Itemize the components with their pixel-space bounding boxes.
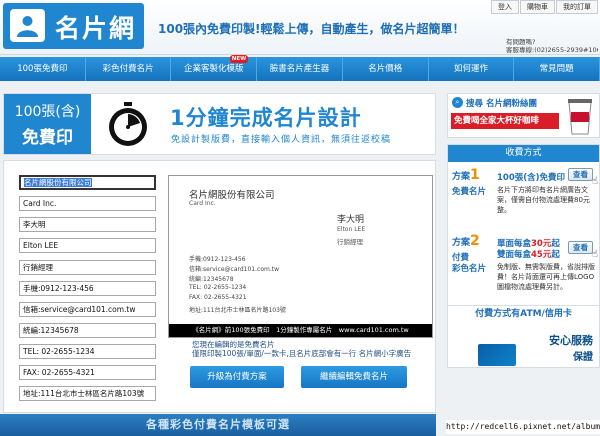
plan-2-text: 方案 <box>452 238 471 248</box>
banner-subline: 免設計製版費，直接輸入個人資訊，無須往返校稿 <box>171 135 392 145</box>
plan-1-text: 方案 <box>452 172 471 182</box>
promo-line-2: 免費喝全家大杯好咖啡 <box>451 113 559 129</box>
company-field[interactable]: 名片網股份有限公司 <box>19 175 156 190</box>
preview-company-en: Card Inc. <box>189 200 216 207</box>
preview-address: 地址:111台北市士林區名片路103號 <box>189 307 286 314</box>
plan-2-desc: 免制版、無需製版費，省說排版費！名片背面還可再上傳LOGO圖檔物流處理費另計。 <box>497 263 595 291</box>
title-field[interactable]: 行銷經理 <box>19 260 156 275</box>
hand-cursor-icon: ☝ <box>591 249 598 260</box>
plan-2-double-label: 雙面每盒 <box>497 250 532 260</box>
preview-name: 李大明 <box>337 215 365 225</box>
promo-line-1: 搜尋 名片網粉絲團 <box>466 99 537 109</box>
preview-name-en: Elton LEE <box>337 226 366 233</box>
email-field[interactable]: 信箱:service@card101.com.tw <box>19 302 156 317</box>
nav-color-paid[interactable]: 彩色付費名片 <box>86 57 172 81</box>
slogan: 100張內免費印製!輕鬆上傳，自動產生，做名片超簡單！ <box>158 22 465 36</box>
company-value: 名片網股份有限公司 <box>24 178 92 187</box>
ad-line-1: 安心服務 <box>549 334 593 347</box>
plan-1-label: 方案1 <box>452 167 480 183</box>
plan-2-number: 2 <box>470 233 480 249</box>
nav-how-it-works[interactable]: 如何運作 <box>429 57 515 81</box>
card-editor: 名片網股份有限公司 Card Inc. 李大明 Elton LEE 行銷經理 手… <box>3 160 436 413</box>
tax-id-field[interactable]: 統編:12345678 <box>19 323 156 338</box>
plan-2-double-price: 45元 <box>531 250 552 260</box>
payment-footer[interactable]: 付費方式有ATM/信用卡 <box>448 305 599 322</box>
card-preview: 名片網股份有限公司 Card Inc. 李大明 Elton LEE 行銷經理 手… <box>168 175 433 338</box>
free-line-1: 100張(含) <box>14 104 81 120</box>
search-icon: ⌕ <box>452 97 463 108</box>
preview-tel: TEL: 02-2655-1234 <box>189 284 247 291</box>
plan-2-view-button[interactable]: 查看 <box>568 241 593 254</box>
contact-question: 有問題嗎? <box>506 38 536 46</box>
plan-1-desc: 名片下方將印有名片網廣告文案，僅需自付物流處理費80元整。 <box>497 186 590 214</box>
nav-enterprise-label: 企業客製化模版 <box>184 64 244 74</box>
hero-banner: 100張(含) 免費印 1分鐘完成名片設計 免設計製版費，直接輸入個人資訊，無須… <box>3 93 436 155</box>
service-guarantee-ad[interactable]: 安心服務 保證 <box>448 330 599 367</box>
login-link[interactable]: 登入 <box>491 0 519 14</box>
name-field[interactable]: 李大明 <box>19 217 156 232</box>
plan-2-heading-b: 雙面每盒45元起 <box>497 248 560 260</box>
preview-mobile: 手機:0912-123-456 <box>189 256 246 263</box>
ad-line-2: 保證 <box>573 352 593 363</box>
free-card-notice: 您現在編輯的是免費名片 僅限印製100張/單面/一款卡,且名片底部會有一行 名片… <box>192 340 411 358</box>
plan-1-sub: 免費名片 <box>452 187 487 197</box>
cart-link[interactable]: 購物車 <box>520 0 555 14</box>
preview-email: 信箱:service@card101.com.tw <box>189 266 280 273</box>
preview-ad-footer: 《名片網》前100張免費印 1分鐘製作專屬名片 www.card101.com.… <box>169 324 432 337</box>
watermark-url: http://redcell6.pixnet.net/album <box>446 420 600 434</box>
coffee-cup-icon <box>562 96 598 136</box>
banner-headline: 1分鐘完成名片設計 <box>170 106 362 130</box>
fax-field[interactable]: FAX: 02-2655-4321 <box>19 365 156 380</box>
mobile-field[interactable]: 手機:0912-123-456 <box>19 281 156 296</box>
plan-1-heading: 100張(含)免費印 <box>497 173 566 183</box>
notice-line-2: 僅限印製100張/單面/一款卡,且名片底部會有一行 名片網小字廣告 <box>192 349 412 358</box>
user-card-icon <box>10 9 45 42</box>
plan-2-sub2: 彩色名片 <box>452 264 487 274</box>
notice-line-1: 您現在編輯的是免費名片 <box>192 340 275 349</box>
nav-free-print[interactable]: 100張免費印 <box>0 57 86 81</box>
continue-edit-button[interactable]: 繼續編輯免費名片 <box>301 366 407 388</box>
plan-1-view-button[interactable]: 查看 <box>568 168 593 181</box>
my-orders-link[interactable]: 我的訂單 <box>556 0 598 14</box>
credit-card-icon <box>478 344 516 366</box>
nav-faq[interactable]: 常見問題 <box>514 57 600 81</box>
template-strip[interactable]: 各種彩色付費名片模板可選 <box>0 414 436 436</box>
site-header: 名片網 100張內免費印製!輕鬆上傳，自動產生，做名片超簡單！ 登入 購物車 我… <box>0 0 600 55</box>
preview-company: 名片網股份有限公司 <box>189 190 275 201</box>
preview-tax-id: 統編:12345678 <box>189 276 234 283</box>
plan-2: 方案2 付費 彩色名片 單面每盒30元起 雙面每盒45元起 查看 ☝ 免制版、無… <box>448 233 599 301</box>
nav-enterprise-template[interactable]: 企業客製化模版 NEW <box>171 55 258 81</box>
name-en-field[interactable]: Elton LEE <box>19 238 156 253</box>
site-logo[interactable]: 名片網 <box>3 3 144 49</box>
upgrade-button[interactable]: 升級為付費方案 <box>190 366 284 388</box>
preview-title: 行銷經理 <box>337 238 363 246</box>
plan-2-double-tail: 起 <box>551 250 560 260</box>
address-field[interactable]: 地址:111台北市士林區名片路103號 <box>19 386 156 401</box>
payment-methods-panel: 收費方式 方案1 免費名片 100張(含)免費印 查看 ☝ 名片下方將印有名片網… <box>447 144 600 368</box>
contact-info: 有問題嗎? 客服專線:(02)2655-2939#106 <box>506 38 598 54</box>
new-badge: NEW <box>229 55 249 63</box>
nav-price[interactable]: 名片價格 <box>343 57 429 81</box>
plan-1: 方案1 免費名片 100張(含)免費印 查看 ☝ 名片下方將印有名片網廣告文案，… <box>448 167 599 237</box>
payment-header: 收費方式 <box>448 145 599 162</box>
nav-facebook-generator[interactable]: 臉書名片產生器 <box>257 57 343 81</box>
preview-fax: FAX: 02-2655-4321 <box>189 294 247 301</box>
free-print-box: 100張(含) 免費印 <box>4 94 91 154</box>
stopwatch-icon <box>102 101 154 150</box>
contact-phone: 客服專線:(02)2655-2939#106 <box>506 46 598 54</box>
top-links: 登入 購物車 我的訂單 <box>491 0 598 14</box>
plan-1-number: 1 <box>470 167 480 183</box>
plan-2-label: 方案2 <box>452 233 480 249</box>
fan-page-promo[interactable]: ⌕ 搜尋 名片網粉絲團 免費喝全家大杯好咖啡 <box>447 93 600 138</box>
main-nav: 100張免費印 彩色付費名片 企業客製化模版 NEW 臉書名片產生器 名片價格 … <box>0 55 600 81</box>
tel-field[interactable]: TEL: 02-2655-1234 <box>19 344 156 359</box>
company-en-field[interactable]: Card Inc. <box>19 196 156 211</box>
free-line-2: 免費印 <box>22 128 73 148</box>
brand-name: 名片網 <box>55 14 137 43</box>
